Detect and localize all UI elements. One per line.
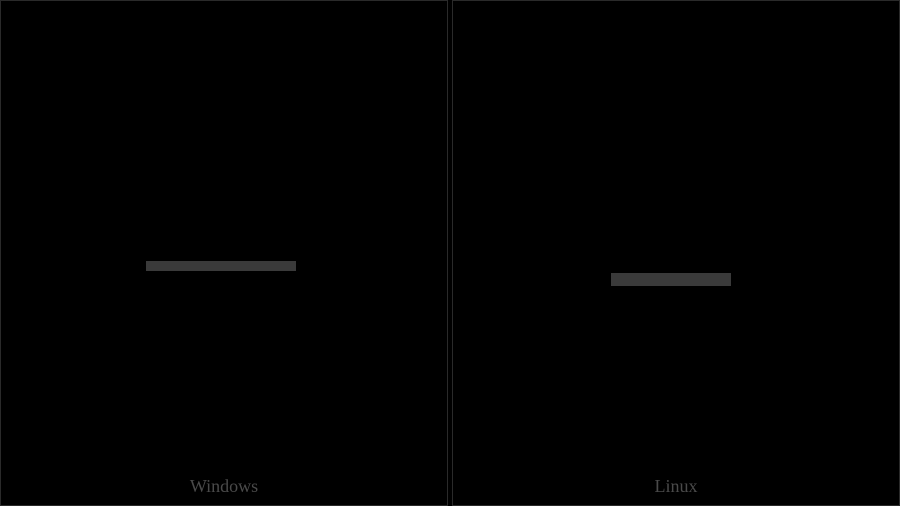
panel-windows: Windows: [0, 0, 448, 506]
os-label-windows: Windows: [1, 476, 447, 497]
panel-linux: Linux: [452, 0, 900, 506]
glyph-dash: [611, 273, 731, 286]
glyph-dash: [146, 261, 296, 271]
os-label-linux: Linux: [453, 476, 899, 497]
